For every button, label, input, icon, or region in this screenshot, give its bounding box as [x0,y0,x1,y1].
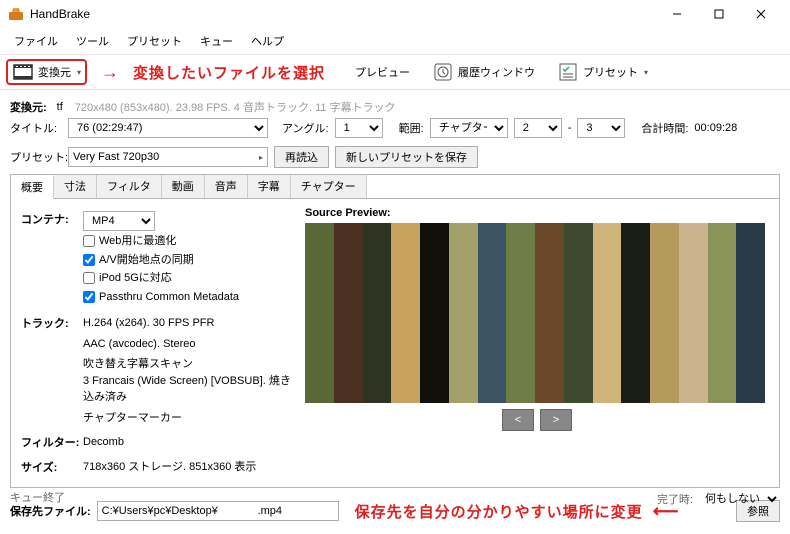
when-done-select[interactable]: 何もしない [697,489,780,509]
range-from-select[interactable]: 2 [514,118,562,138]
title-row: タイトル: 76 (02:29:47) アングル: 1 範囲: チャプター 2 … [10,118,780,138]
checklist-icon [557,61,579,83]
tab-video[interactable]: 動画 [162,175,205,198]
close-button[interactable] [740,2,782,26]
track-sub2: 3 Francais (Wide Screen) [VOBSUB]. 焼き込み済… [83,373,291,406]
history-icon [432,61,454,83]
preset-row: プリセット: Very Fast 720p30 ▸ 再読込 新しいプリセットを保… [10,146,780,168]
passthru-label: Passthru Common Metadata [99,289,239,306]
tab-subs[interactable]: 字幕 [248,175,291,198]
passthru-checkbox[interactable] [83,291,95,303]
presets-label: プリセット [583,64,638,80]
preview-label: Source Preview: [305,207,769,219]
track-sub1: 吹き替え字幕スキャン [83,356,291,373]
menubar: ファイル ツール プリセット キュー ヘルプ [0,28,790,55]
main-content: 変換元: tf 720x480 (853x480). 23.98 FPS. 4 … [0,90,790,534]
av-sync-checkbox[interactable] [83,254,95,266]
menu-queue[interactable]: キュー [192,30,241,52]
track-audio: AAC (avcodec). Stereo [83,336,291,353]
av-sync-label: A/V開始地点の同期 [99,252,194,269]
tab-dimensions[interactable]: 寸法 [54,175,97,198]
preview-label: プレビュー [355,64,410,80]
maximize-button[interactable] [698,2,740,26]
container-label: コンテナ: [21,211,83,227]
status-bar: キュー終了 完了時: 何もしない [10,489,780,509]
range-label: 範囲: [399,120,424,136]
source-button[interactable]: 変換元 ▾ [6,59,87,85]
size-value: 718x360 ストレージ. 851x360 表示 [83,459,291,476]
source-name: tf [57,101,63,113]
tracks-label: トラック: [21,315,83,331]
chevron-down-icon: ▾ [644,68,648,77]
title-label: タイトル: [10,120,62,136]
range-type-select[interactable]: チャプター [430,118,508,138]
tab-summary[interactable]: 概要 [11,176,54,199]
angle-label: アングル: [282,120,329,136]
track-video: H.264 (x264). 30 FPS PFR [83,315,291,332]
chevron-right-icon: ▸ [259,153,263,162]
menu-file[interactable]: ファイル [6,30,66,52]
web-opt-label: Web用に最適化 [99,233,176,250]
tab-audio[interactable]: 音声 [205,175,248,198]
prev-button[interactable]: < [502,409,534,431]
ipod-label: iPod 5Gに対応 [99,270,172,287]
source-preview [305,223,765,403]
preset-value: Very Fast 720p30 [73,151,159,163]
titlebar: HandBrake [0,0,790,28]
save-preset-button[interactable]: 新しいプリセットを保存 [335,146,478,168]
filters-value: Decomb [83,434,291,451]
annotation-select-file: 変換したいファイルを選択 [133,62,325,83]
container-select[interactable]: MP4 [83,211,155,231]
window-title: HandBrake [30,7,656,21]
preset-select[interactable]: Very Fast 720p30 ▸ [68,147,268,167]
summary-left: コンテナ: MP4 Web用に最適化 A/V開始地点の同期 iPod 5Gに対応… [21,207,291,479]
track-chap: チャプターマーカー [83,410,291,427]
history-button[interactable]: 履歴ウィンドウ [426,59,541,85]
source-info-row: 変換元: tf 720x480 (853x480). 23.98 FPS. 4 … [10,99,780,115]
toolbar: 変換元 ▾ → 変換したいファイルを選択 プレビュー 履歴ウィンドウ プリセット… [0,55,790,90]
menu-tool[interactable]: ツール [68,30,117,52]
tab-chapters[interactable]: チャプター [291,175,367,198]
app-icon [8,6,24,22]
range-sep: - [568,122,572,134]
next-button[interactable]: > [540,409,572,431]
annotation-arrow-right: → [101,62,119,83]
status-left: キュー終了 [10,489,65,509]
minimize-button[interactable] [656,2,698,26]
summary-right: Source Preview: < > [305,207,769,479]
preview-nav: < > [305,409,769,431]
web-opt-checkbox[interactable] [83,235,95,247]
window-controls [656,2,782,26]
angle-select[interactable]: 1 [335,118,383,138]
preset-label: プリセット: [10,149,62,165]
size-label: サイズ: [21,459,83,475]
source-info: 720x480 (853x480). 23.98 FPS. 4 音声トラック. … [75,99,396,115]
tabs-bar: 概要 寸法 フィルタ 動画 音声 字幕 チャプター [10,174,780,198]
status-right-label: 完了時: [657,491,693,507]
ipod-checkbox[interactable] [83,272,95,284]
title-select[interactable]: 76 (02:29:47) [68,118,268,138]
source-label: 変換元: [10,99,47,115]
tab-body: コンテナ: MP4 Web用に最適化 A/V開始地点の同期 iPod 5Gに対応… [10,198,780,488]
filters-label: フィルター: [21,434,83,450]
range-to-select[interactable]: 3 [577,118,625,138]
history-label: 履歴ウィンドウ [458,64,535,80]
tab-filters[interactable]: フィルタ [97,175,162,198]
menu-help[interactable]: ヘルプ [243,30,292,52]
preview-button[interactable]: プレビュー [349,62,416,82]
menu-preset[interactable]: プリセット [119,30,190,52]
reload-button[interactable]: 再読込 [274,146,329,168]
film-icon [12,61,34,83]
duration-label: 合計時間: [641,120,688,136]
duration-value: 00:09:28 [694,122,737,134]
presets-button[interactable]: プリセット ▾ [551,59,654,85]
chevron-down-icon: ▾ [77,68,81,77]
source-button-label: 変換元 [38,64,71,80]
